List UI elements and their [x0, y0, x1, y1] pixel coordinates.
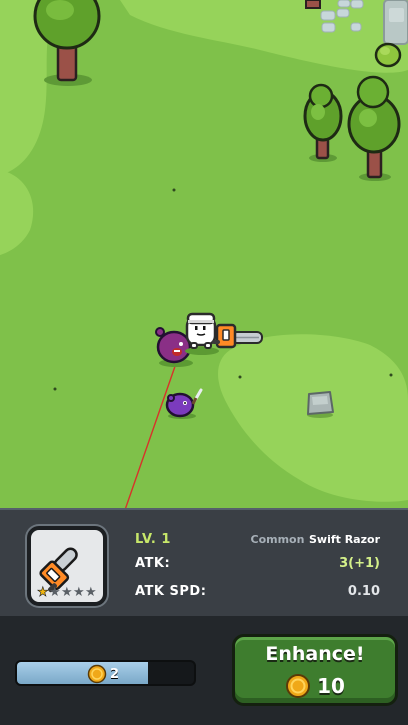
chainsaw-icon: ★ ★ ★ ★ ★ — [37, 547, 97, 601]
coin-icon — [87, 664, 107, 684]
enhance-cost-value: 10 — [317, 674, 345, 698]
atk-value: 3(+1) — [339, 556, 380, 571]
atk-spd-label: ATK SPD: — [135, 584, 207, 599]
weapon-rarity: Common — [250, 533, 305, 546]
star-filled-icon: ★ — [37, 585, 49, 600]
star-empty-icon: ★ — [73, 585, 85, 600]
atk-spd-row: ATK SPD: 0.10 — [135, 584, 380, 604]
coin-counter: 2 — [87, 663, 120, 684]
rock — [307, 391, 334, 418]
bush — [374, 42, 402, 68]
atk-spd-value: 0.10 — [347, 584, 380, 599]
enhance-label: Enhance! — [265, 643, 365, 665]
atk-row: ATK: 3(+1) — [135, 556, 380, 576]
enhance-button[interactable]: Enhance! 10 — [232, 634, 398, 706]
atk-label: ATK: — [135, 556, 171, 571]
coin-amount: 2 — [110, 666, 120, 682]
rating-stars: ★ ★ ★ ★ ★ — [37, 585, 97, 601]
star-empty-icon: ★ — [61, 585, 73, 600]
weapon-card[interactable]: ★ ★ ★ ★ ★ — [27, 526, 107, 606]
bottom-bar: 2 Enhance! 10 — [0, 616, 408, 725]
game-field[interactable] — [0, 0, 408, 508]
level-row: LV. 1 Common Swift Razor — [135, 532, 380, 552]
coin-progress-fill — [17, 662, 148, 684]
weapon-title: Common Swift Razor — [251, 532, 381, 547]
tree-top-edge — [305, 0, 321, 9]
weapon-info-panel: ★ ★ ★ ★ ★ LV. 1 Common Swift Razor ATK: … — [0, 508, 408, 616]
coin-progress-bar: 2 — [15, 660, 196, 686]
coin-icon — [286, 674, 311, 698]
weapon-level: LV. 1 — [135, 532, 171, 547]
enhance-cost: 10 — [235, 673, 395, 699]
star-empty-icon: ★ — [49, 585, 61, 600]
player-character — [185, 312, 219, 355]
weapon-name: Swift Razor — [308, 533, 380, 546]
star-empty-icon: ★ — [85, 585, 97, 600]
